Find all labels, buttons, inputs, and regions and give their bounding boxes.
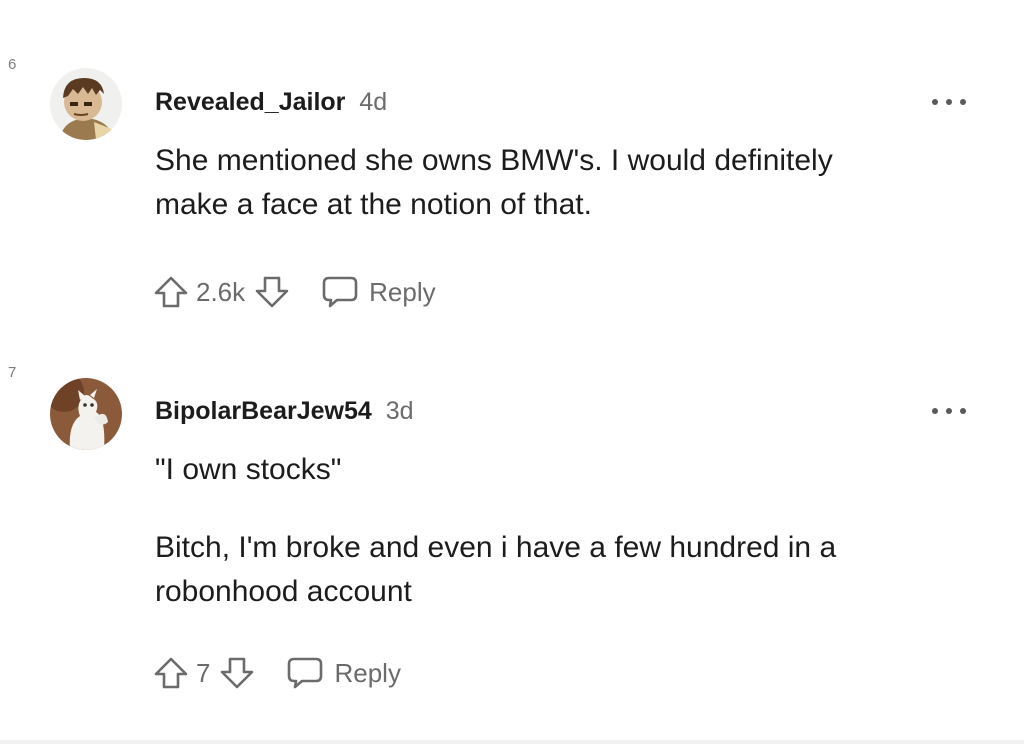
comment-body: She mentioned she owns BMW's. I would de…: [155, 139, 975, 227]
cartoon-character-avatar-icon: [50, 68, 122, 140]
comment-body: "I own stocks" Bitch, I'm broke and even…: [155, 448, 975, 614]
white-cat-avatar-icon: [50, 378, 122, 450]
vote-score: 7: [196, 657, 211, 688]
reply-button[interactable]: Reply: [286, 655, 401, 691]
chat-bubble-icon: [286, 655, 324, 691]
more-options-icon[interactable]: [932, 405, 966, 417]
reply-label: Reply: [369, 276, 436, 307]
comment-actions: 2.6k Reply: [152, 273, 436, 311]
line-number: 6: [8, 56, 17, 73]
more-options-icon[interactable]: [932, 96, 966, 108]
username[interactable]: Revealed_Jailor: [155, 88, 345, 117]
avatar[interactable]: [50, 378, 122, 450]
timestamp: 4d: [359, 88, 388, 116]
line-number: 7: [8, 364, 17, 381]
comment-header: Revealed_Jailor 4d: [155, 88, 387, 117]
comment-paragraph: "I own stocks": [155, 453, 342, 486]
downvote-icon[interactable]: [218, 654, 256, 692]
comment-actions: 7 Reply: [152, 654, 401, 692]
vote-score: 2.6k: [196, 276, 246, 307]
username[interactable]: BipolarBearJew54: [155, 397, 372, 426]
reply-button[interactable]: Reply: [321, 274, 436, 310]
avatar[interactable]: [50, 68, 122, 140]
comment-header: BipolarBearJew54 3d: [155, 397, 414, 426]
comment-paragraph: Bitch, I'm broke and even i have a few h…: [155, 531, 837, 608]
timestamp: 3d: [385, 397, 414, 425]
downvote-icon[interactable]: [253, 273, 291, 311]
upvote-icon[interactable]: [152, 654, 190, 692]
upvote-icon[interactable]: [152, 273, 190, 311]
chat-bubble-icon: [321, 274, 359, 310]
reply-label: Reply: [334, 657, 401, 688]
comment-paragraph: She mentioned she owns BMW's. I would de…: [155, 144, 833, 221]
divider: [0, 740, 1024, 744]
